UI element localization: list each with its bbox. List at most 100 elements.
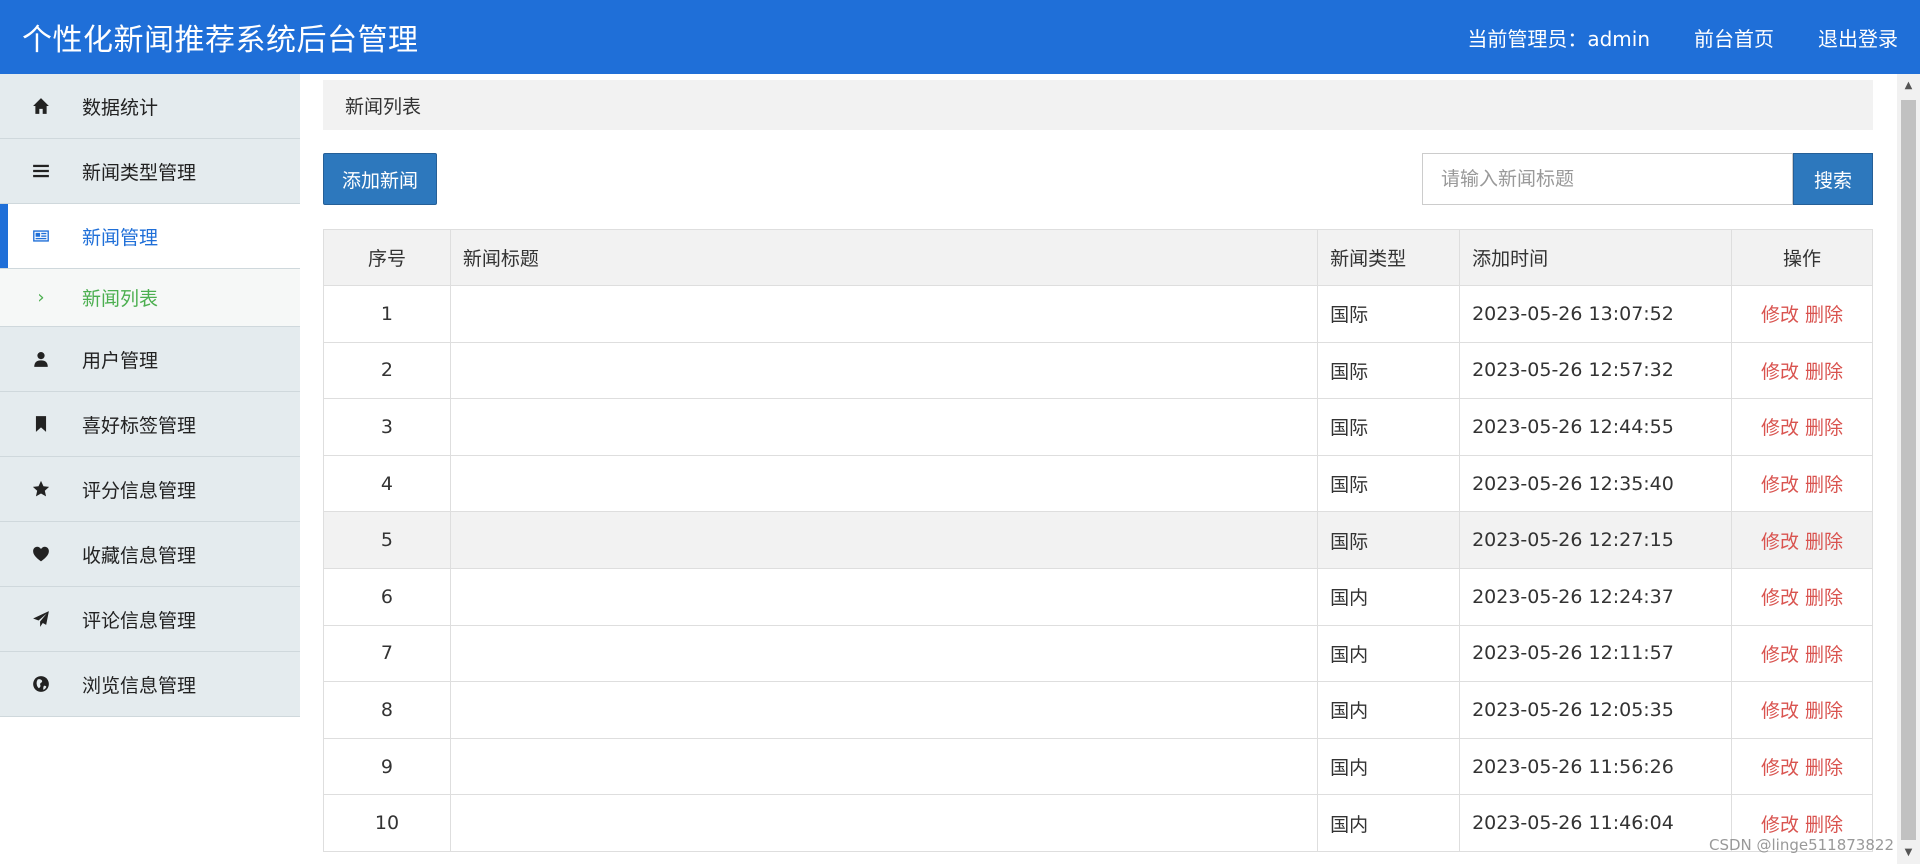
row-title (449, 285, 1319, 343)
news-table: 序号 新闻标题 新闻类型 添加时间 操作 1 国际 2023-05-26 13:… (323, 229, 1873, 852)
paper-plane-icon (30, 608, 52, 630)
edit-link[interactable]: 修改 (1761, 531, 1799, 553)
row-time: 2023-05-26 11:46:04 (1459, 794, 1732, 852)
edit-link[interactable]: 修改 (1761, 814, 1799, 836)
watermark: CSDN @linge511873822 (1708, 836, 1894, 854)
row-time: 2023-05-26 12:44:55 (1459, 398, 1732, 456)
row-type: 国内 (1317, 681, 1461, 739)
sidebar-item-data-stats[interactable]: 数据统计 (0, 74, 300, 139)
add-news-button[interactable]: 添加新闻 (323, 153, 438, 205)
sidebar-item-ratings[interactable]: 评分信息管理 (0, 457, 300, 522)
edit-link[interactable]: 修改 (1761, 304, 1799, 326)
row-type: 国际 (1317, 341, 1461, 400)
sidebar-item-label: 浏览信息管理 (82, 674, 197, 697)
table-row: 6 国内 2023-05-26 12:24:37 修改 删除 (323, 567, 1873, 626)
delete-link[interactable]: 删除 (1805, 474, 1843, 496)
row-index: 3 (323, 398, 451, 456)
table-row: 4 国际 2023-05-26 12:35:40 修改 删除 (323, 454, 1873, 513)
row-title (449, 567, 1319, 626)
delete-link[interactable]: 删除 (1805, 587, 1843, 609)
row-type: 国际 (1317, 398, 1461, 456)
delete-link[interactable]: 删除 (1805, 304, 1843, 326)
delete-link[interactable]: 删除 (1805, 814, 1843, 836)
row-index: 8 (323, 681, 451, 739)
top-right-links: 当前管理员：admin 前台首页 退出登录 (1467, 23, 1920, 52)
breadcrumb: 新闻列表 (323, 80, 1873, 130)
sidebar-item-label: 喜好标签管理 (82, 414, 197, 437)
current-admin-label: 当前管理员：admin (1467, 26, 1650, 51)
table-row: 3 国际 2023-05-26 12:44:55 修改 删除 (323, 398, 1873, 456)
table-row: 5 国际 2023-05-26 12:27:15 修改 删除 (323, 511, 1873, 569)
delete-link[interactable]: 删除 (1805, 700, 1843, 722)
search-button[interactable]: 搜索 (1793, 153, 1873, 205)
sidebar-item-favorites[interactable]: 收藏信息管理 (0, 522, 300, 587)
edit-link[interactable]: 修改 (1761, 644, 1799, 666)
chevron-right-icon: › (37, 287, 45, 308)
delete-link[interactable]: 删除 (1805, 531, 1843, 553)
sidebar-item-label: 评分信息管理 (82, 479, 197, 502)
delete-link[interactable]: 删除 (1805, 417, 1843, 439)
delete-link[interactable]: 删除 (1805, 757, 1843, 779)
column-header-title: 新闻标题 (449, 229, 1319, 286)
row-time: 2023-05-26 12:35:40 (1459, 454, 1732, 513)
sidebar-item-label: 新闻管理 (82, 226, 159, 249)
row-actions: 修改 删除 (1731, 341, 1873, 400)
column-header-time: 添加时间 (1459, 229, 1732, 286)
row-index: 9 (323, 737, 451, 796)
scroll-down-arrow-icon[interactable]: ▼ (1897, 847, 1920, 858)
edit-link[interactable]: 修改 (1761, 361, 1799, 383)
sidebar-item-preference-tags[interactable]: 喜好标签管理 (0, 392, 300, 457)
scroll-up-arrow-icon[interactable]: ▲ (1897, 80, 1920, 91)
row-time: 2023-05-26 12:11:57 (1459, 624, 1732, 683)
table-header-row: 序号 新闻标题 新闻类型 添加时间 操作 (323, 229, 1873, 286)
edit-link[interactable]: 修改 (1761, 587, 1799, 609)
row-time: 2023-05-26 13:07:52 (1459, 285, 1732, 343)
row-title (449, 794, 1319, 852)
scrollbar-thumb[interactable] (1901, 100, 1916, 840)
row-title (449, 737, 1319, 796)
row-title (449, 454, 1319, 513)
globe-icon (30, 673, 52, 695)
sidebar-item-label: 收藏信息管理 (82, 544, 197, 567)
sidebar-item-comments[interactable]: 评论信息管理 (0, 587, 300, 652)
column-header-type: 新闻类型 (1317, 229, 1461, 286)
edit-link[interactable]: 修改 (1761, 417, 1799, 439)
row-type: 国际 (1317, 511, 1461, 569)
row-actions: 修改 删除 (1731, 285, 1873, 343)
edit-link[interactable]: 修改 (1761, 757, 1799, 779)
row-title (449, 398, 1319, 456)
frontend-home-link[interactable]: 前台首页 (1694, 23, 1774, 52)
edit-link[interactable]: 修改 (1761, 474, 1799, 496)
sidebar-item-label: 新闻类型管理 (82, 161, 197, 184)
table-row: 8 国内 2023-05-26 12:05:35 修改 删除 (323, 681, 1873, 739)
edit-link[interactable]: 修改 (1761, 700, 1799, 722)
sidebar-item-news-management[interactable]: 新闻管理 (0, 204, 300, 269)
top-bar: 个性化新闻推荐系统后台管理 当前管理员：admin 前台首页 退出登录 (0, 0, 1920, 74)
toolbar: 添加新闻 搜索 (323, 153, 1873, 205)
sidebar-item-news-type[interactable]: 新闻类型管理 (0, 139, 300, 204)
row-time: 2023-05-26 12:05:35 (1459, 681, 1732, 739)
vertical-scrollbar[interactable]: ▲ ▼ (1897, 74, 1920, 864)
home-icon (30, 95, 52, 117)
row-type: 国际 (1317, 454, 1461, 513)
sidebar-item-users[interactable]: 用户管理 (0, 327, 300, 392)
sidebar-item-label: 用户管理 (82, 349, 159, 372)
row-title (449, 341, 1319, 400)
logout-link[interactable]: 退出登录 (1818, 23, 1898, 52)
row-time: 2023-05-26 12:24:37 (1459, 567, 1732, 626)
delete-link[interactable]: 删除 (1805, 361, 1843, 383)
row-index: 7 (323, 624, 451, 683)
bookmark-icon (30, 413, 52, 435)
row-index: 1 (323, 285, 451, 343)
row-actions: 修改 删除 (1731, 567, 1873, 626)
row-time: 2023-05-26 12:57:32 (1459, 341, 1732, 400)
sidebar-subitem-news-list[interactable]: › 新闻列表 (0, 269, 300, 327)
menu-icon (30, 160, 52, 182)
delete-link[interactable]: 删除 (1805, 644, 1843, 666)
search-input[interactable] (1422, 153, 1793, 205)
search-bar: 搜索 (1422, 153, 1873, 205)
row-actions: 修改 删除 (1731, 511, 1873, 569)
sidebar-item-browsing[interactable]: 浏览信息管理 (0, 652, 300, 717)
column-header-index: 序号 (323, 229, 451, 286)
column-header-actions: 操作 (1731, 229, 1873, 286)
